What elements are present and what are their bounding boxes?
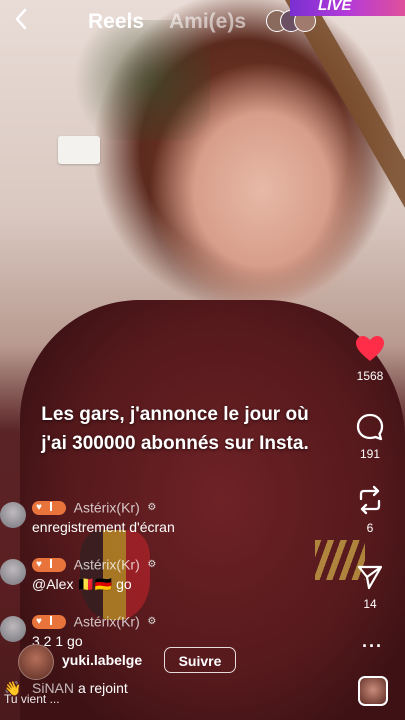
comment-header: ♥ Astérix(Kr) ⚙ bbox=[32, 499, 157, 516]
avatar bbox=[0, 502, 26, 528]
host-username[interactable]: yuki.labelge bbox=[62, 652, 142, 668]
send-icon bbox=[357, 565, 383, 590]
comment-username: Astérix(Kr) bbox=[73, 613, 140, 630]
comment-input[interactable]: Tu vient ... bbox=[4, 692, 60, 706]
comment-item[interactable]: ♥ Astérix(Kr) ⚙ @Alex 🇧🇪🇩🇪 go bbox=[0, 554, 330, 614]
moderator-icon: ⚙ bbox=[147, 502, 157, 514]
top-bar: Reels Ami(e)s LIVE bbox=[0, 0, 405, 46]
comment-text: @Alex 🇧🇪🇩🇪 go bbox=[32, 576, 132, 592]
heart-badge-icon: ♥ bbox=[32, 500, 66, 515]
thermostat bbox=[58, 136, 100, 164]
comment-action[interactable]: 191 bbox=[335, 413, 405, 461]
avatar bbox=[0, 559, 26, 585]
back-button[interactable] bbox=[14, 8, 36, 36]
comment-text: enregistrement d'écran bbox=[32, 519, 175, 535]
like-action[interactable]: 1568 bbox=[335, 335, 405, 383]
heart-icon bbox=[356, 336, 384, 361]
comment-header: ♥ Astérix(Kr) ⚙ bbox=[32, 613, 157, 630]
heart-badge-icon: ♥ bbox=[32, 614, 66, 629]
comment-header: ♥ Astérix(Kr) ⚙ bbox=[32, 556, 157, 573]
video-caption: Les gars, j'annonce le jour où j'ai 3000… bbox=[41, 404, 309, 454]
tab-reels[interactable]: Reels bbox=[88, 10, 144, 34]
comment-username: Astérix(Kr) bbox=[73, 556, 140, 573]
share-action[interactable]: 14 bbox=[335, 563, 405, 611]
repost-count: 6 bbox=[366, 521, 374, 535]
moderator-icon: ⚙ bbox=[147, 559, 157, 571]
host-avatar[interactable] bbox=[18, 644, 54, 680]
host-row: yuki.labelge Suivre bbox=[18, 644, 318, 680]
moderator-icon: ⚙ bbox=[147, 616, 157, 628]
comment-bubble-icon bbox=[356, 413, 384, 441]
repost-action[interactable]: 6 bbox=[335, 485, 405, 535]
comment-item[interactable]: ♥ Astérix(Kr) ⚙ enregistrement d'écran bbox=[0, 497, 330, 557]
follow-button[interactable]: Suivre bbox=[164, 647, 236, 673]
repost-icon bbox=[359, 485, 381, 515]
live-badge[interactable]: LIVE bbox=[290, 0, 405, 16]
chevron-left-icon bbox=[15, 8, 27, 30]
comment-count: 191 bbox=[359, 447, 381, 461]
tab-friends[interactable]: Ami(e)s bbox=[169, 10, 246, 34]
more-options-icon[interactable]: ··· bbox=[362, 636, 383, 657]
joined-message: a rejoint bbox=[78, 680, 128, 696]
audio-thumbnail[interactable] bbox=[358, 676, 388, 706]
comment-username: Astérix(Kr) bbox=[73, 499, 140, 516]
heart-badge-icon: ♥ bbox=[32, 557, 66, 572]
share-count: 14 bbox=[363, 597, 377, 611]
like-count: 1568 bbox=[356, 369, 384, 383]
avatar bbox=[0, 616, 26, 642]
